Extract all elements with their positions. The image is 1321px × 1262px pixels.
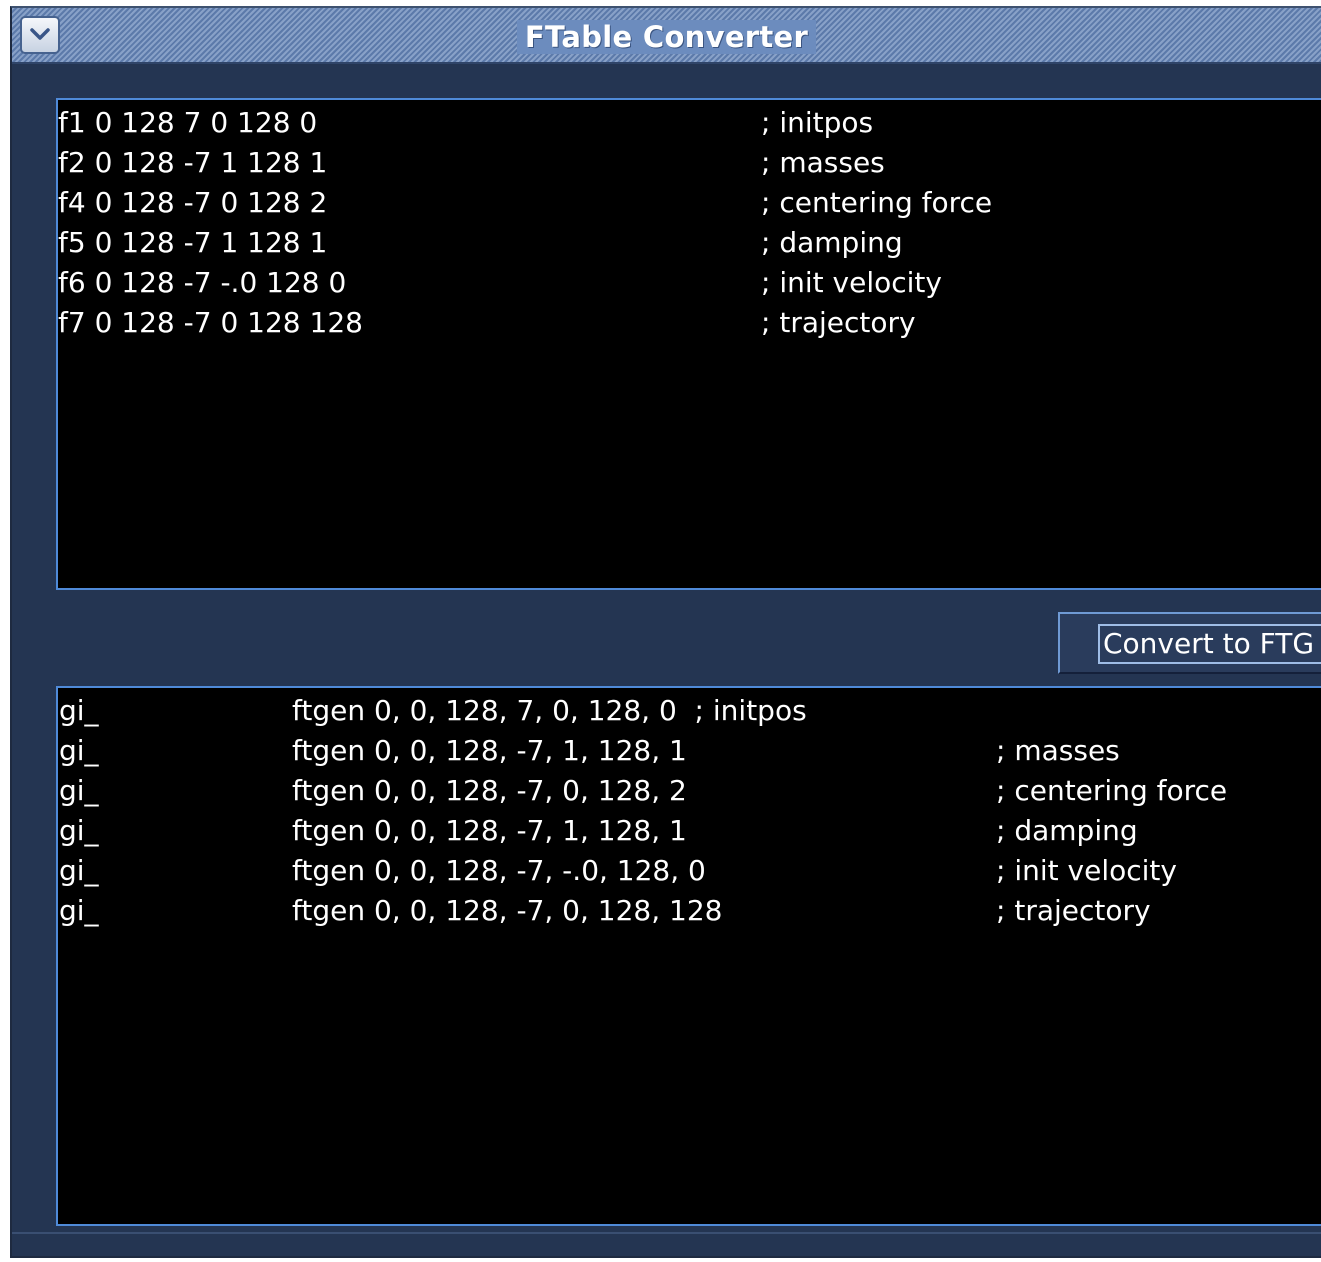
title-bar[interactable]: FTable Converter [12, 8, 1321, 64]
output-code: ftgen 0, 0, 128, -7, 0, 128, 128 [292, 894, 723, 927]
output-comment: ; init velocity [996, 854, 1177, 887]
input-code: f2 0 128 -7 1 128 1 [58, 146, 328, 179]
input-line: f1 0 128 7 0 128 0 ; initpos [58, 103, 873, 143]
input-comment: ; init velocity [761, 266, 942, 299]
input-code: f1 0 128 7 0 128 0 [58, 106, 318, 139]
output-comment: ; masses [996, 734, 1120, 767]
output-code: ftgen 0, 0, 128, 7, 0, 128, 0 ; initpos [292, 694, 807, 727]
input-line: f5 0 128 -7 1 128 1 ; damping [58, 223, 903, 263]
input-comment: ; damping [761, 226, 903, 259]
output-code: ftgen 0, 0, 128, -7, -.0, 128, 0 [292, 854, 706, 887]
input-code: f4 0 128 -7 0 128 2 [58, 186, 328, 219]
output-code: ftgen 0, 0, 128, -7, 1, 128, 1 [292, 734, 687, 767]
ftable-converter-window: FTable Converter f1 0 128 7 0 128 0 ; in… [10, 6, 1321, 1258]
convert-button-label: Convert to FTG [1098, 624, 1321, 664]
bottom-divider [12, 1232, 1321, 1234]
ftable-input-textarea[interactable]: f1 0 128 7 0 128 0 ; initpos f2 0 128 -7… [56, 98, 1321, 590]
ftgen-output-textarea[interactable]: gi_ ftgen 0, 0, 128, 7, 0, 128, 0 ; init… [56, 686, 1321, 1226]
input-line: f7 0 128 -7 0 128 128 ; trajectory [58, 303, 916, 343]
output-line: gi_ ftgen 0, 0, 128, -7, -.0, 128, 0 ; i… [58, 851, 1177, 891]
output-line: gi_ ftgen 0, 0, 128, -7, 0, 128, 2 ; cen… [58, 771, 1227, 811]
output-comment: ; damping [996, 814, 1138, 847]
input-comment: ; masses [761, 146, 885, 179]
input-line: f4 0 128 -7 0 128 2 ; centering force [58, 183, 992, 223]
output-line: gi_ ftgen 0, 0, 128, 7, 0, 128, 0 ; init… [58, 691, 807, 731]
output-line: gi_ ftgen 0, 0, 128, -7, 1, 128, 1 ; mas… [58, 731, 1120, 771]
output-line: gi_ ftgen 0, 0, 128, -7, 1, 128, 1 ; dam… [58, 811, 1138, 851]
input-code: f7 0 128 -7 0 128 128 [58, 306, 363, 339]
input-comment: ; initpos [761, 106, 874, 139]
convert-button[interactable]: Convert to FTG [1058, 612, 1321, 674]
output-comment: ; centering force [996, 774, 1228, 807]
output-var: gi_ [59, 694, 99, 727]
input-comment: ; trajectory [761, 306, 916, 339]
output-line: gi_ ftgen 0, 0, 128, -7, 0, 128, 128 ; t… [58, 891, 1151, 931]
output-var: gi_ [59, 774, 99, 807]
input-line: f6 0 128 -7 -.0 128 0 ; init velocity [58, 263, 942, 303]
input-code: f6 0 128 -7 -.0 128 0 [58, 266, 347, 299]
input-line: f2 0 128 -7 1 128 1 ; masses [58, 143, 885, 183]
window-content: f1 0 128 7 0 128 0 ; initpos f2 0 128 -7… [12, 64, 1321, 1256]
window-title: FTable Converter [12, 20, 1321, 54]
output-var: gi_ [59, 814, 99, 847]
output-var: gi_ [59, 734, 99, 767]
output-code: ftgen 0, 0, 128, -7, 1, 128, 1 [292, 814, 687, 847]
window-title-label: FTable Converter [516, 20, 817, 54]
input-code: f5 0 128 -7 1 128 1 [58, 226, 328, 259]
output-var: gi_ [59, 854, 99, 887]
input-comment: ; centering force [761, 186, 993, 219]
output-code: ftgen 0, 0, 128, -7, 0, 128, 2 [292, 774, 687, 807]
output-var: gi_ [59, 894, 99, 927]
output-comment: ; trajectory [996, 894, 1151, 927]
